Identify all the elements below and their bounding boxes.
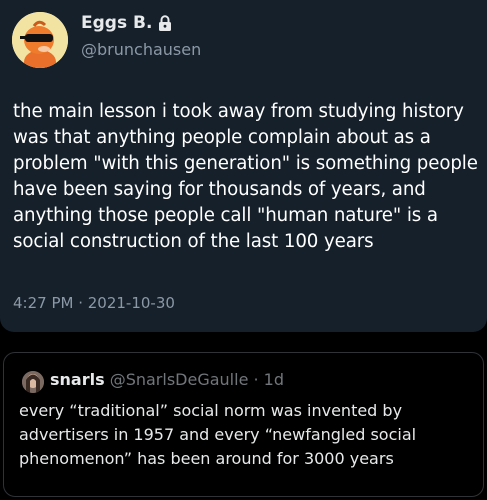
quoted-tweet-header: snarls @SnarlsDeGaulle · 1d bbox=[50, 370, 284, 389]
quoted-display-name[interactable]: snarls bbox=[50, 370, 105, 389]
user-avatar[interactable] bbox=[12, 12, 68, 68]
quoted-tweet-card[interactable]: snarls @SnarlsDeGaulle · 1d every “tradi… bbox=[3, 352, 484, 497]
lock-icon bbox=[159, 15, 172, 31]
meta-separator: · bbox=[248, 370, 264, 389]
person-avatar-icon bbox=[22, 371, 44, 393]
display-name-text[interactable]: Eggs B. bbox=[81, 13, 152, 33]
display-name[interactable]: Eggs B. bbox=[81, 13, 172, 33]
quoted-tweet-text: every “traditional” social norm was inve… bbox=[19, 401, 417, 468]
tweet-timestamp[interactable]: 4:27 PM · 2021-10-30 bbox=[13, 294, 175, 312]
user-handle[interactable]: @brunchausen bbox=[81, 40, 201, 59]
tweet-text: the main lesson i took away from studyin… bbox=[13, 101, 478, 252]
quoted-tweet-age[interactable]: 1d bbox=[264, 370, 284, 389]
main-tweet-card[interactable]: Eggs B. @brunchausen the main lesson i t… bbox=[0, 0, 487, 332]
quoted-user-avatar[interactable] bbox=[22, 371, 44, 393]
quoted-handle[interactable]: @SnarlsDeGaulle bbox=[110, 370, 249, 389]
cartoon-avatar-icon bbox=[12, 12, 68, 68]
